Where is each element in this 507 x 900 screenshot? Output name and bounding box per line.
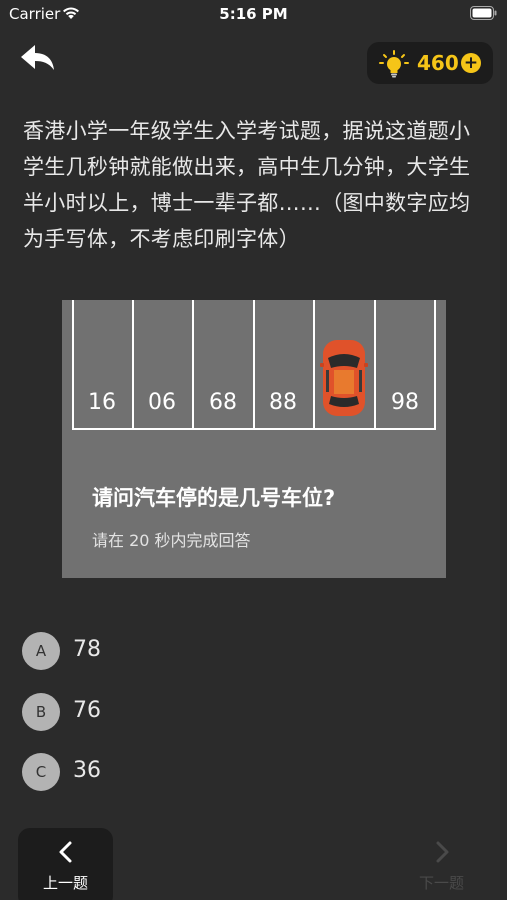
stall-number: 06 [148,390,176,415]
option-value: 76 [73,698,101,723]
screen: Carrier 5:16 PM 460 + 香港小学一年级学生入学考试题，据说这… [0,0,507,900]
option-value: 78 [73,637,101,662]
option-letter-badge: C [22,753,60,791]
next-question-button[interactable]: 下一题 [394,828,489,900]
chevron-left-icon [59,841,72,863]
previous-question-label: 上一题 [42,874,88,892]
stall-number: 68 [209,390,237,415]
points-count: 460 [417,51,459,75]
next-question-label: 下一题 [418,874,464,892]
stall-number: 88 [269,390,297,415]
option-value: 36 [73,758,101,783]
chevron-right-icon [436,841,449,863]
back-arrow-icon [21,45,54,70]
clock: 5:16 PM [219,5,288,23]
previous-question-button[interactable]: 上一题 [18,828,113,900]
add-points-icon[interactable]: + [461,53,481,73]
option-b[interactable]: B 76 [22,693,322,733]
puzzle-question: 请问汽车停的是几号车位? [92,486,336,510]
option-c[interactable]: C 36 [22,753,322,793]
back-button[interactable] [18,42,62,82]
stall-number: 98 [391,390,419,415]
lightbulb-icon [379,50,409,78]
question-text: 香港小学一年级学生入学考试题，据说这道题小学生几秒钟就能做出来，高中生几分钟，大… [23,119,471,251]
battery-icon [470,6,497,20]
stall-number: 16 [88,390,116,415]
puzzle-hint: 请在 20 秒内完成回答 [92,531,251,550]
option-letter-badge: B [22,693,60,731]
option-a[interactable]: A 78 [22,632,322,672]
car-icon [320,340,368,416]
hint-points-pill[interactable]: 460 + [367,42,493,84]
option-letter-badge: A [22,632,60,670]
status-bar: Carrier 5:16 PM [0,0,507,28]
puzzle-image: 16 06 68 88 98 请问汽车停的是几号车位? 请在 20 秒内完成回答 [62,300,446,578]
